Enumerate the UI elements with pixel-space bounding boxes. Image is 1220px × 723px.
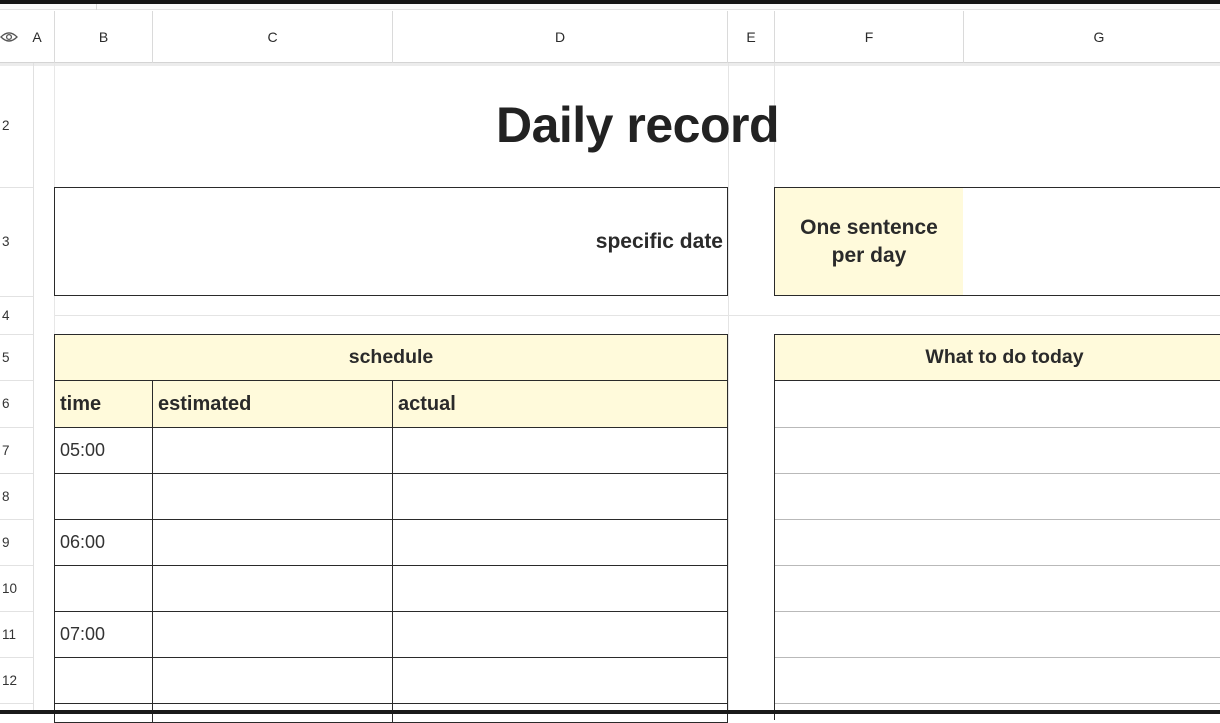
- schedule-col-time[interactable]: time: [54, 380, 153, 428]
- estimated-cell[interactable]: [152, 611, 393, 658]
- window-bottom-edge: [0, 710, 1220, 714]
- row-header-3[interactable]: 3: [0, 187, 33, 296]
- row-header-12[interactable]: 12: [0, 657, 33, 703]
- todo-line: [775, 611, 1220, 612]
- todo-line: [775, 519, 1220, 520]
- estimated-cell[interactable]: [152, 427, 393, 474]
- column-header-e[interactable]: E: [728, 11, 775, 63]
- time-cell[interactable]: [54, 565, 153, 612]
- todo-line: [775, 427, 1220, 428]
- date-label: specific date: [595, 229, 723, 253]
- sentence-label: One sentence per day: [775, 188, 963, 295]
- actual-cell[interactable]: [392, 657, 728, 704]
- column-header-b[interactable]: B: [54, 11, 153, 63]
- page-title[interactable]: Daily record: [55, 63, 1220, 187]
- column-header-c[interactable]: C: [153, 11, 393, 63]
- estimated-cell[interactable]: [152, 565, 393, 612]
- todo-line: [775, 473, 1220, 474]
- column-header-f[interactable]: F: [775, 11, 964, 63]
- row-header-11[interactable]: 11: [0, 611, 33, 657]
- todo-line: [775, 657, 1220, 658]
- formula-strip: [0, 4, 1220, 10]
- schedule-col-estimated[interactable]: estimated: [152, 380, 393, 428]
- eye-icon[interactable]: [0, 28, 18, 46]
- actual-cell[interactable]: [392, 427, 728, 474]
- sentence-label-line1: One sentence: [800, 215, 938, 239]
- todo-header[interactable]: What to do today: [774, 334, 1220, 381]
- actual-cell[interactable]: [392, 565, 728, 612]
- column-header-a[interactable]: A: [28, 11, 46, 63]
- row-header-5[interactable]: 5: [0, 334, 33, 380]
- actual-cell[interactable]: [392, 611, 728, 658]
- row-header-6[interactable]: 6: [0, 380, 33, 427]
- todo-line: [775, 565, 1220, 566]
- time-cell[interactable]: 05:00: [54, 427, 153, 474]
- row-gutter-divider: [33, 63, 34, 714]
- time-cell[interactable]: 06:00: [54, 519, 153, 566]
- column-header-d[interactable]: D: [393, 11, 728, 63]
- row-divider: [0, 703, 33, 704]
- row-header-10[interactable]: 10: [0, 565, 33, 611]
- estimated-cell[interactable]: [152, 657, 393, 704]
- actual-cell[interactable]: [392, 473, 728, 520]
- row-header-9[interactable]: 9: [0, 519, 33, 565]
- schedule-header[interactable]: schedule: [54, 334, 728, 381]
- column-header-g[interactable]: G: [964, 11, 1220, 63]
- row-header-7[interactable]: 7: [0, 427, 33, 473]
- actual-cell[interactable]: [392, 519, 728, 566]
- formula-strip-divider: [96, 4, 97, 10]
- time-cell[interactable]: 07:00: [54, 611, 153, 658]
- estimated-cell[interactable]: [152, 473, 393, 520]
- estimated-cell[interactable]: [152, 519, 393, 566]
- sentence-value-cell[interactable]: [963, 187, 1220, 296]
- gridline-row4: [55, 315, 1220, 316]
- time-cell[interactable]: [54, 657, 153, 704]
- row-header-8[interactable]: 8: [0, 473, 33, 519]
- schedule-col-actual[interactable]: actual: [392, 380, 728, 428]
- row-header-2[interactable]: 2: [0, 63, 33, 187]
- row-header-4[interactable]: 4: [0, 296, 33, 334]
- todo-line: [775, 703, 1220, 704]
- sentence-label-line2: per day: [831, 243, 907, 267]
- time-cell[interactable]: [54, 473, 153, 520]
- todo-list[interactable]: [774, 380, 1220, 720]
